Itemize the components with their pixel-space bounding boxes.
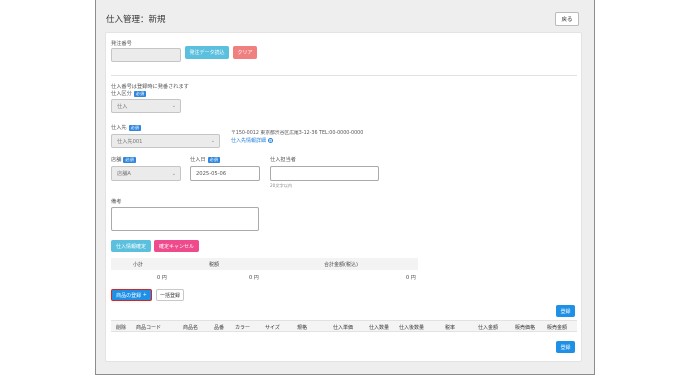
th-sale-amount: 販売金額 bbox=[547, 325, 568, 331]
th-product-name: 商品名 bbox=[183, 325, 199, 331]
plus-circle-icon: + bbox=[267, 138, 273, 143]
form-card bbox=[105, 32, 582, 362]
confirm-purchase-button[interactable]: 仕入情報確定 bbox=[111, 240, 151, 252]
save-button-top[interactable]: 登録 bbox=[556, 305, 575, 317]
purchase-number-note: 仕入番号は登録時に発番されます bbox=[111, 84, 189, 90]
totals-header-subtotal: 小計 bbox=[133, 262, 144, 268]
remarks-label: 備考 bbox=[111, 199, 122, 205]
totals-header-total: 合計金額(税込) bbox=[324, 262, 358, 268]
purchase-type-label: 仕入区分 必須 bbox=[111, 90, 147, 97]
totals-header-tax: 税額 bbox=[209, 262, 220, 268]
clear-button[interactable]: クリア bbox=[233, 46, 257, 59]
totals-table: 小計 税額 合計金額(税込) 0 円 0 円 0 円 bbox=[111, 258, 418, 284]
order-number-field[interactable] bbox=[111, 48, 181, 62]
th-quantity: 仕入数量 bbox=[369, 325, 390, 331]
required-badge: 必須 bbox=[128, 124, 141, 131]
supplier-select[interactable]: 仕入先001 ⌄ bbox=[111, 134, 220, 148]
purchase-date-field[interactable]: 2025-05-06 bbox=[190, 166, 260, 181]
store-label: 店舗 必須 bbox=[111, 156, 136, 163]
totals-tax-value: 0 円 bbox=[249, 275, 259, 281]
register-product-button[interactable]: 商品の登録 + bbox=[111, 289, 152, 301]
th-color: カラー bbox=[235, 325, 251, 331]
chevron-down-icon: ⌄ bbox=[171, 170, 176, 177]
required-badge: 必須 bbox=[207, 156, 220, 163]
th-tax-rate: 税率 bbox=[445, 325, 456, 331]
th-product-code: 商品コード bbox=[136, 325, 162, 331]
save-button-bottom[interactable]: 登録 bbox=[556, 341, 575, 353]
purchase-type-select[interactable]: 仕入 ⌄ bbox=[111, 99, 181, 113]
remarks-textarea[interactable] bbox=[111, 207, 259, 231]
page-title: 仕入管理：新規 bbox=[106, 15, 166, 25]
supplier-detail-link[interactable]: 仕入先情報詳細 + bbox=[231, 137, 273, 144]
th-item-number: 品番 bbox=[214, 325, 225, 331]
th-size: サイズ bbox=[265, 325, 280, 331]
th-sale-price: 販売価格 bbox=[515, 325, 536, 331]
th-spec: 規格 bbox=[297, 325, 308, 331]
totals-subtotal-value: 0 円 bbox=[157, 275, 167, 281]
store-select[interactable]: 店舗A ⌄ bbox=[111, 166, 181, 181]
required-badge: 必須 bbox=[133, 90, 147, 97]
th-qty-after: 仕入後数量 bbox=[399, 325, 425, 331]
th-unit-price: 仕入単価 bbox=[333, 325, 354, 331]
staff-field[interactable] bbox=[270, 166, 379, 181]
purchase-date-label: 仕入日 必須 bbox=[190, 156, 220, 163]
required-badge: 必須 bbox=[123, 156, 136, 163]
plus-icon: + bbox=[142, 292, 147, 298]
th-delete: 削除 bbox=[116, 325, 127, 331]
back-button[interactable]: 戻る bbox=[555, 12, 579, 26]
bulk-register-button[interactable]: 一括登録 bbox=[156, 289, 184, 301]
th-purchase-amount: 仕入金額 bbox=[478, 325, 499, 331]
section-divider bbox=[111, 75, 577, 76]
chevron-down-icon: ⌄ bbox=[210, 138, 215, 144]
chevron-down-icon: ⌄ bbox=[171, 103, 176, 109]
items-table-header: 削除 商品コード 商品名 品番 カラー サイズ 規格 仕入単価 仕入数量 仕入後… bbox=[111, 320, 577, 332]
staff-label: 仕入担当者 bbox=[270, 157, 296, 163]
load-order-button[interactable]: 発注データ読込 bbox=[185, 46, 229, 59]
totals-header-row bbox=[111, 258, 418, 270]
staff-hint: 20文字以内 bbox=[270, 183, 293, 188]
order-number-label: 発注番号 bbox=[111, 41, 132, 47]
cancel-confirm-button[interactable]: 確定キャンセル bbox=[154, 240, 199, 252]
supplier-label: 仕入先 必須 bbox=[111, 124, 141, 131]
totals-total-value: 0 円 bbox=[406, 275, 416, 281]
supplier-address: 〒150-0012 東京都渋谷区広尾3-12-36 TEL:00-0000-00… bbox=[231, 131, 364, 136]
